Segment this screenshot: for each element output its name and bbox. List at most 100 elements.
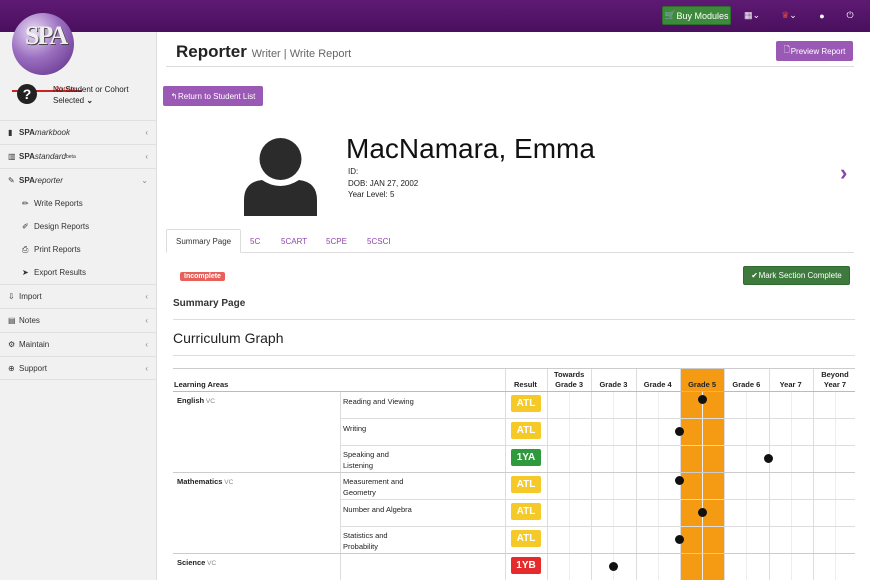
export-results-label: Export Results [34,268,87,277]
grid-line [173,553,855,554]
cart-icon: 🛒 [664,10,677,20]
sidebar-item-print-reports[interactable]: ⎙ Print Reports [0,238,157,261]
sidebar-item-support[interactable]: ⊕ Support ‹ [0,356,157,380]
sidebar-item-markbook[interactable]: ▮ SPA markbook ‹ [0,120,157,144]
sidebar-item-reporter[interactable]: ✎ SPA reporter ⌄ [0,168,157,192]
progress-dot [608,562,618,571]
strand-label: Writing [343,424,367,433]
sidebar-item-export-results[interactable]: ➤ Export Results [0,261,157,284]
grid-line [635,369,637,580]
chevron-left-icon: ‹ [145,316,148,325]
crown-menu[interactable]: ♛ ⌄ [778,6,800,25]
student-selector[interactable]: ? No Student or Cohort Selected ⌄ [0,74,157,114]
grid-line [790,391,792,580]
preview-report-button[interactable]: 🗋 Preview Report [776,41,853,61]
sidebar-item-standard[interactable]: ▥ SPA standard beta ‹ [0,144,157,168]
progress-dot [697,395,707,404]
page-title-text: Reporter [176,42,247,61]
progress-dot [764,454,773,463]
preview-report-label: Preview Report [790,46,846,56]
result-badge: ATL [511,503,541,520]
calculator-menu[interactable]: ▦ ⌄ [741,6,763,25]
markbook-suffix: markbook [34,128,70,137]
cogs-icon: ⚙ [8,340,16,349]
curriculum-graph-title: Curriculum Graph [173,330,284,346]
grid-line [340,391,341,580]
chevron-left-icon: ‹ [145,128,148,137]
grade-header: Grade 6 [732,380,761,389]
chart-icon: ▥ [8,152,16,161]
lifebuoy-icon: ⊕ [8,363,15,373]
reporter-prefix: SPA [19,176,35,185]
sidebar-item-write-reports[interactable]: ✏ Write Reports [0,192,157,215]
sidebar-item-maintain[interactable]: ⚙ Maintain ‹ [0,332,157,356]
result-badge: ATL [511,530,541,547]
support-label: Support [19,363,48,373]
divider [173,319,855,320]
write-reports-label: Write Reports [34,199,83,208]
notes-icon: ▤ [8,316,16,325]
tab-summary-page[interactable]: Summary Page [166,229,242,253]
student-meta: ID: DOB: JAN 27, 2002 Year Level: 5 [348,166,418,201]
student-name: MacNamara, Emma [346,133,595,164]
status-badge: Incomplete [180,272,225,281]
strand-label: Statistics and Probability [343,531,388,551]
calculator-icon: ▦ [743,10,753,20]
grade-header: Grade 4 [643,380,672,389]
student-id: ID: [348,167,359,176]
sidebar-item-design-reports[interactable]: ✐ Design Reports [0,215,157,238]
buy-modules-label: Buy Modules [676,10,729,21]
grid-line [657,391,659,580]
grid-line [547,369,548,580]
result-badge: ATL [511,422,541,439]
page-title: Reporter Writer | Write Report [176,42,351,62]
grid-line [768,369,770,580]
divider [166,66,854,67]
file-icon: 🗋 [783,45,791,54]
grid-line [702,391,704,580]
design-reports-label: Design Reports [34,222,90,231]
sidebar-item-notes[interactable]: ▤ Notes ‹ [0,308,157,332]
grid-line [724,369,726,580]
breadcrumb: Writer | Write Report [251,48,352,60]
question-icon: ? [17,84,37,104]
progress-dot [697,508,707,517]
strand-label: Measurement and Geometry [343,477,404,497]
learning-area-name: Science VC [177,558,217,567]
result-badge: 1YA [511,449,541,466]
learning-area-name: Mathematics VC [177,477,234,486]
grid-line [173,391,855,392]
student-avatar-icon [244,138,317,216]
tab-5c[interactable]: 5C [250,229,260,253]
markbook-prefix: SPA [19,128,35,137]
standard-sup: beta [66,153,76,160]
edit-icon: ✎ [8,176,15,185]
tab-5cpe[interactable]: 5CPE [326,229,347,253]
divider [173,355,855,356]
power-icon[interactable]: ⏻ [840,6,860,25]
user-icon[interactable]: ● [812,6,832,25]
print-icon: ⎙ [22,244,29,254]
result-badge: ATL [511,395,541,412]
tab-5cart[interactable]: 5CART [281,229,307,253]
student-label: No Student or Cohort Selected ⌄ [53,84,148,106]
standard-prefix: SPA [19,152,35,161]
tab-5csci[interactable]: 5CSCI [367,229,391,253]
send-icon: ➤ [22,268,29,277]
buy-modules-button[interactable]: 🛒 Buy Modules [662,6,731,25]
return-to-student-list-button[interactable]: ↰ Return to Student List [163,86,263,106]
brush-icon: ✐ [22,222,29,231]
student-year-level: Year Level: 5 [348,190,395,199]
chevron-left-icon: ‹ [145,152,148,161]
mark-section-complete-button[interactable]: ✔ Mark Section Complete [743,266,850,285]
student-dob: DOB: JAN 27, 2002 [348,178,419,188]
grade-header: Grade 3 [599,380,628,389]
grid-line [173,472,855,473]
standard-suffix: standard [34,152,66,161]
next-student-icon[interactable]: › [840,160,847,186]
result-badge: 1YB [511,557,541,574]
sidebar-item-import[interactable]: ⇩ Import ‹ [0,284,157,308]
grid-line [340,526,855,527]
grid-line [340,445,855,446]
spa-logo[interactable]: SPA [12,13,74,75]
